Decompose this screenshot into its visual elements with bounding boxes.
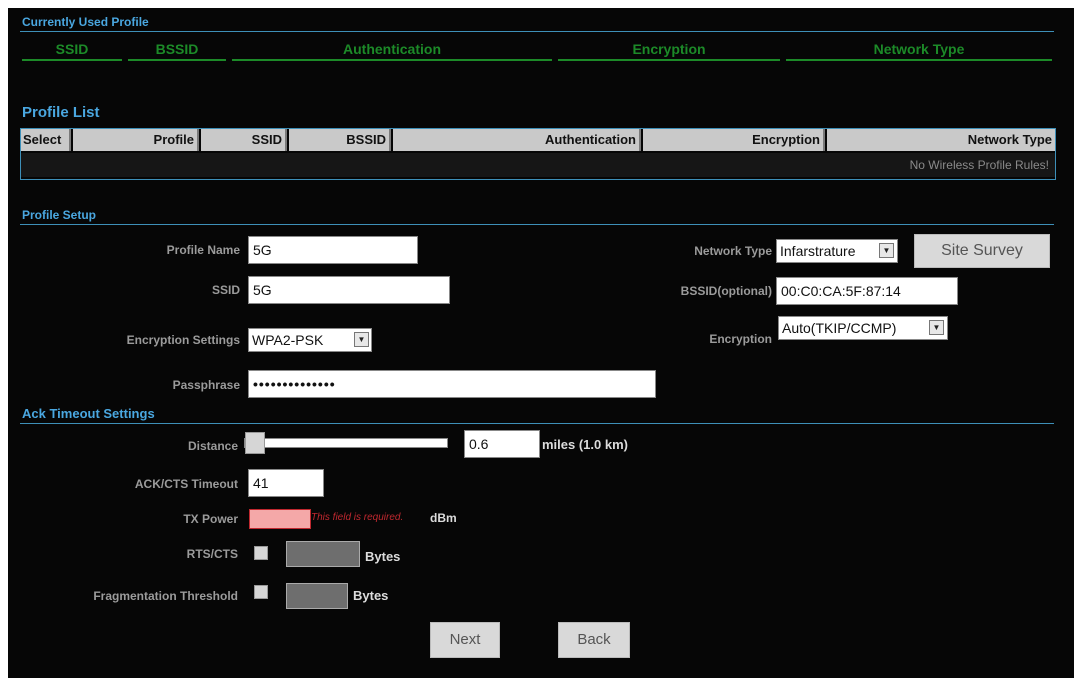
ssid-label: SSID — [211, 283, 240, 297]
ssid-input[interactable]: 5G — [248, 276, 450, 304]
ack-cts-timeout-label: ACK/CTS Timeout — [134, 477, 238, 491]
profile-list-table: Select Profile SSID BSSID Authentication… — [20, 128, 1056, 180]
col-authentication: Authentication — [393, 129, 641, 151]
tx-power-error-text: This field is required. — [311, 512, 404, 523]
passphrase-label: Passphrase — [172, 378, 240, 392]
network-type-select[interactable]: Infarstrature ▼ — [776, 239, 898, 263]
next-button[interactable]: Next — [430, 622, 500, 658]
encryption-label: Encryption — [709, 332, 772, 346]
empty-table-message: No Wireless Profile Rules! — [21, 153, 1055, 177]
current-col-bssid: BSSID — [128, 39, 226, 61]
rts-cts-unit: Bytes — [365, 549, 401, 564]
passphrase-input[interactable]: •••••••••••••• — [248, 370, 656, 398]
fragmentation-threshold-input[interactable] — [286, 583, 348, 609]
bssid-optional-label: BSSID(optional) — [680, 284, 772, 298]
network-type-label: Network Type — [694, 244, 772, 258]
fragmentation-threshold-checkbox[interactable] — [254, 585, 268, 599]
col-select: Select — [21, 129, 71, 151]
bssid-input[interactable]: 00:C0:CA:5F:87:14 — [776, 277, 958, 305]
col-bssid: BSSID — [289, 129, 391, 151]
distance-label: Distance — [187, 439, 238, 453]
chevron-down-icon[interactable]: ▼ — [879, 243, 894, 258]
back-button[interactable]: Back — [558, 622, 630, 658]
rts-cts-input[interactable] — [286, 541, 360, 567]
profile-setup-title: Profile Setup — [22, 208, 97, 222]
col-profile: Profile — [73, 129, 199, 151]
distance-unit: miles (1.0 km) — [542, 437, 628, 452]
fragmentation-threshold-unit: Bytes — [353, 588, 389, 603]
current-col-ssid: SSID — [22, 39, 122, 61]
rts-cts-label: RTS/CTS — [186, 547, 238, 561]
rts-cts-checkbox[interactable] — [254, 546, 268, 560]
encryption-value: Auto(TKIP/CCMP) — [782, 320, 897, 336]
col-network-type: Network Type — [827, 129, 1055, 151]
wireless-profile-panel: Currently Used Profile SSID BSSID Authen… — [8, 8, 1074, 678]
current-profile-divider — [20, 31, 1054, 32]
current-col-network-type: Network Type — [786, 39, 1052, 61]
ack-timeout-divider — [20, 423, 1054, 424]
distance-input[interactable]: 0.6 — [464, 430, 540, 458]
profile-name-label: Profile Name — [166, 243, 240, 257]
distance-slider-track[interactable] — [244, 432, 448, 454]
profile-list-title: Profile List — [22, 104, 100, 121]
tx-power-label: TX Power — [183, 512, 238, 526]
tx-power-unit: dBm — [430, 511, 457, 525]
col-ssid: SSID — [201, 129, 287, 151]
encryption-select[interactable]: Auto(TKIP/CCMP) ▼ — [778, 316, 948, 340]
network-type-value: Infarstrature — [780, 243, 856, 259]
current-profile-title: Currently Used Profile — [22, 15, 149, 29]
chevron-down-icon[interactable]: ▼ — [354, 332, 369, 347]
col-encryption: Encryption — [643, 129, 825, 151]
current-col-encryption: Encryption — [558, 39, 780, 61]
tx-power-input[interactable] — [249, 509, 311, 529]
encryption-settings-select[interactable]: WPA2-PSK ▼ — [248, 328, 372, 352]
encryption-settings-label: Encryption Settings — [126, 333, 240, 347]
profile-name-input[interactable]: 5G — [248, 236, 418, 264]
profile-setup-divider — [20, 224, 1054, 225]
fragmentation-threshold-label: Fragmentation Threshold — [93, 589, 238, 603]
distance-slider-thumb[interactable] — [245, 432, 265, 454]
ack-timeout-title: Ack Timeout Settings — [22, 406, 155, 421]
encryption-settings-value: WPA2-PSK — [252, 332, 324, 348]
current-col-authentication: Authentication — [232, 39, 552, 61]
site-survey-button[interactable]: Site Survey — [914, 234, 1050, 268]
ack-cts-timeout-input[interactable]: 41 — [248, 469, 324, 497]
chevron-down-icon[interactable]: ▼ — [929, 320, 944, 335]
